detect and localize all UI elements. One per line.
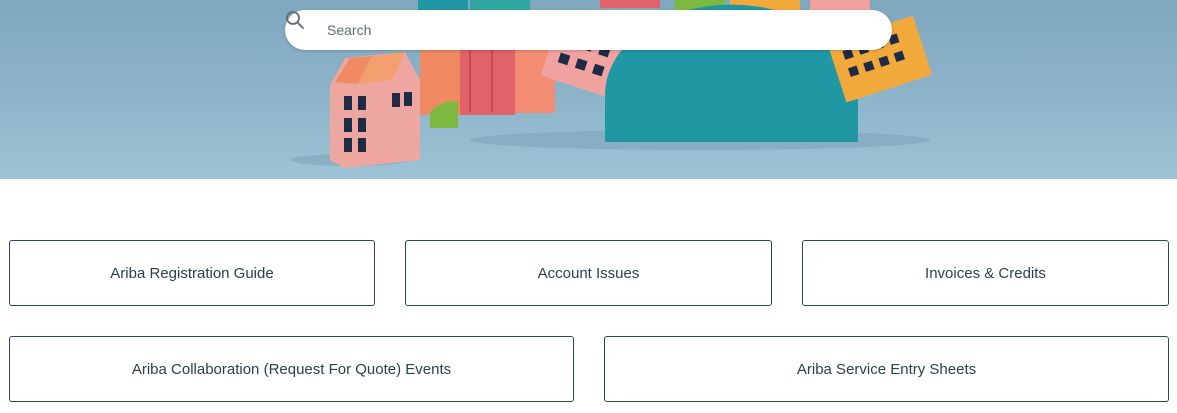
category-card-label: Ariba Registration Guide: [110, 264, 274, 282]
category-card-invoices-credits[interactable]: Invoices & Credits: [802, 240, 1169, 306]
category-card-label: Account Issues: [537, 264, 640, 282]
category-card-ariba-registration-guide[interactable]: Ariba Registration Guide: [9, 240, 375, 306]
category-card-label: Ariba Service Entry Sheets: [796, 360, 977, 378]
category-card-service-entry-sheets[interactable]: Ariba Service Entry Sheets: [604, 336, 1169, 402]
search-icon: [286, 11, 319, 40]
hero-banner: [0, 0, 1177, 179]
category-card-label: Ariba Collaboration (Request For Quote) …: [131, 360, 452, 378]
category-card-collaboration-events[interactable]: Ariba Collaboration (Request For Quote) …: [9, 336, 574, 402]
search-bar[interactable]: [285, 10, 892, 50]
category-card-account-issues[interactable]: Account Issues: [405, 240, 772, 306]
search-input[interactable]: [325, 21, 869, 39]
category-card-label: Invoices & Credits: [925, 264, 1046, 282]
